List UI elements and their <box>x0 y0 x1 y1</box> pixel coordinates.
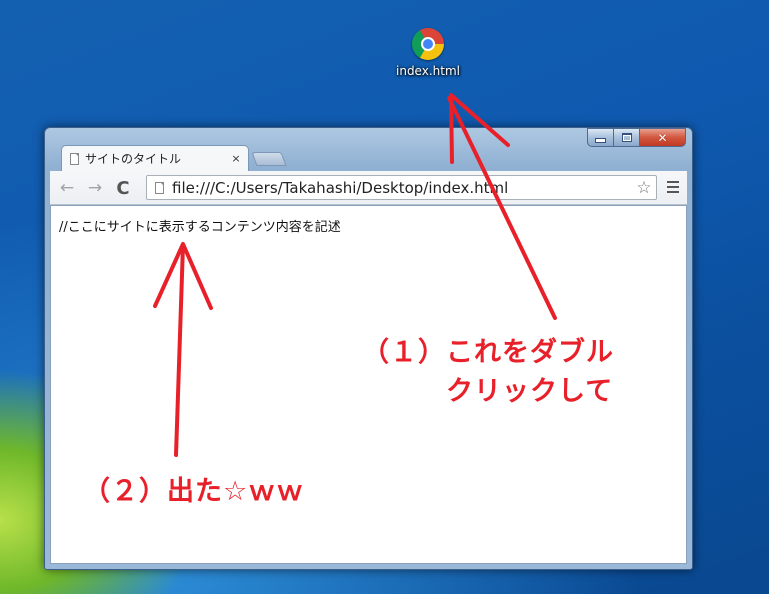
page-info-icon <box>155 181 164 194</box>
tab-active[interactable]: サイトのタイトル × <box>61 145 249 171</box>
desktop: index.html ✕ サイトのタイトル × ← → C file:///C:… <box>0 0 769 594</box>
annotation-step-2: （２）出た☆ｗｗ <box>83 476 305 507</box>
desktop-icon-index-html[interactable]: index.html <box>388 28 468 78</box>
menu-icon[interactable] <box>667 181 679 193</box>
address-bar[interactable]: file:///C:/Users/Takahashi/Desktop/index… <box>146 175 657 200</box>
forward-button[interactable]: → <box>84 177 106 199</box>
page-body-text: //ここにサイトに表示するコンテンツ内容を記述 <box>59 220 341 235</box>
annotation-step-1: （１）これをダブル クリックして <box>362 337 614 408</box>
window-controls: ✕ <box>587 128 686 147</box>
new-tab-button[interactable] <box>251 152 287 166</box>
maximize-icon <box>621 133 632 142</box>
reload-button[interactable]: C <box>112 177 134 199</box>
close-button[interactable]: ✕ <box>640 128 686 147</box>
back-button[interactable]: ← <box>56 177 78 199</box>
minimize-icon <box>595 138 606 143</box>
tab-title: サイトのタイトル <box>85 152 182 166</box>
desktop-icon-label: index.html <box>396 64 460 78</box>
browser-toolbar: ← → C file:///C:/Users/Takahashi/Desktop… <box>50 171 687 205</box>
page-icon <box>70 152 79 165</box>
tab-close-button[interactable]: × <box>228 152 244 165</box>
minimize-button[interactable] <box>587 128 614 147</box>
maximize-button[interactable] <box>614 128 640 147</box>
chrome-icon <box>412 28 444 60</box>
close-icon: ✕ <box>657 130 668 145</box>
bookmark-star-icon[interactable]: ☆ <box>632 178 656 198</box>
address-bar-url[interactable]: file:///C:/Users/Takahashi/Desktop/index… <box>172 179 632 197</box>
